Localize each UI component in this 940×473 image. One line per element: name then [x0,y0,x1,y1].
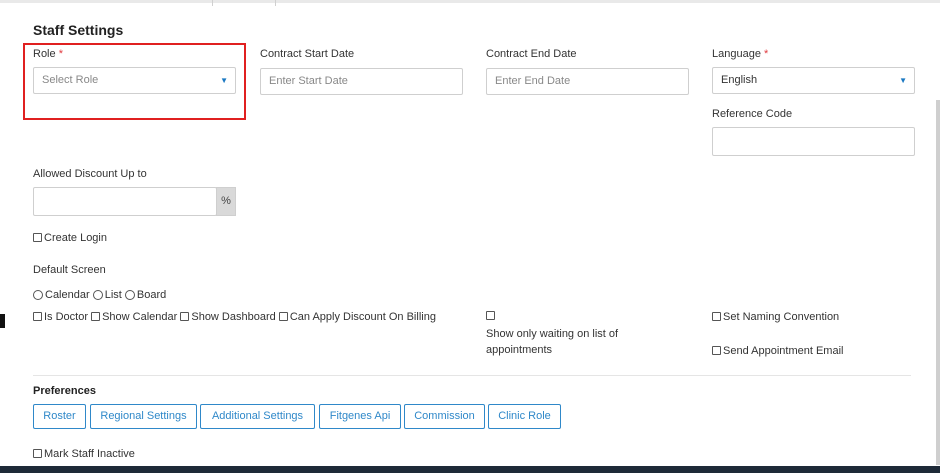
list-radio-label: List [104,289,122,301]
board-radio-label: Board [136,289,167,301]
left-edge-marker [0,314,5,328]
calendar-radio-label: Calendar [45,289,90,301]
send-appointment-email-label: Send Appointment Email [723,345,844,357]
send-appointment-email-option[interactable]: Send Appointment Email [712,345,843,357]
os-taskbar [0,466,940,473]
language-label-text: Language [712,48,761,60]
default-screen-options: Calendar List Board [33,289,166,301]
language-label: Language * [712,48,768,60]
scrollbar[interactable] [936,100,940,465]
role-select-placeholder: Select Role [42,74,99,86]
reference-code-input[interactable] [712,127,915,156]
can-apply-discount-label: Can Apply Discount On Billing [289,311,436,323]
mark-inactive-label: Mark Staff Inactive [44,448,135,460]
contract-start-placeholder: Enter Start Date [269,75,348,87]
section-divider [33,375,911,376]
page-title: Staff Settings [33,22,124,38]
calendar-radio[interactable] [33,290,43,300]
set-naming-convention-label: Set Naming Convention [723,311,840,323]
contract-start-label: Contract Start Date [260,48,355,60]
top-edge-separator [212,0,213,6]
show-only-waiting-label-line2: appointments [486,344,553,356]
create-login-checkbox[interactable] [33,233,42,242]
commission-button[interactable]: Commission [404,404,485,429]
top-edge [0,0,940,6]
top-edge-separator [275,0,276,6]
role-label-text: Role [33,48,56,60]
show-only-waiting-option [486,310,497,322]
create-login-option[interactable]: Create Login [33,232,107,244]
required-mark: * [764,48,769,60]
send-appointment-email-checkbox[interactable] [712,346,721,355]
role-flags-row: Is Doctor Show Calendar Show Dashboard C… [33,311,436,323]
show-only-waiting-label: Show only waiting on list of appointment… [486,326,618,358]
percent-addon: % [216,187,236,216]
list-radio[interactable] [92,290,103,300]
discount-label: Allowed Discount Up to [33,168,147,180]
contract-start-input[interactable]: Enter Start Date [260,68,463,95]
role-label: Role * [33,48,63,60]
show-only-waiting-label-line1: Show only waiting on list of [486,328,619,340]
additional-settings-button[interactable]: Additional Settings [200,404,315,429]
preferences-heading: Preferences [33,385,96,397]
show-calendar-label: Show Calendar [102,311,178,323]
can-apply-discount-checkbox[interactable] [278,312,288,321]
role-select[interactable]: Select Role ▼ [33,67,236,94]
roster-button[interactable]: Roster [33,404,86,429]
show-dashboard-label: Show Dashboard [191,311,276,323]
is-doctor-label: Is Doctor [44,311,89,323]
show-calendar-checkbox[interactable] [91,312,101,321]
chevron-down-icon: ▼ [899,76,907,85]
contract-end-placeholder: Enter End Date [495,75,571,87]
chevron-down-icon: ▼ [220,76,228,85]
mark-inactive-checkbox[interactable] [33,449,42,458]
default-screen-label: Default Screen [33,264,106,276]
language-select[interactable]: English ▼ [712,67,915,94]
fitgenes-api-button[interactable]: Fitgenes Api [319,404,401,429]
discount-input[interactable] [33,187,217,216]
contract-end-input[interactable]: Enter End Date [486,68,689,95]
set-naming-convention-checkbox[interactable] [712,312,721,321]
is-doctor-checkbox[interactable] [33,312,42,321]
language-select-value: English [721,74,758,86]
show-only-waiting-checkbox[interactable] [486,311,495,320]
clinic-role-button[interactable]: Clinic Role [488,404,561,429]
contract-end-label: Contract End Date [486,48,577,60]
reference-code-label: Reference Code [712,108,793,120]
required-mark: * [58,48,63,60]
create-login-label: Create Login [44,232,107,244]
board-radio[interactable] [124,290,135,300]
show-dashboard-checkbox[interactable] [180,312,190,321]
regional-settings-button[interactable]: Regional Settings [90,404,197,429]
set-naming-convention-option[interactable]: Set Naming Convention [712,311,839,323]
mark-inactive-option[interactable]: Mark Staff Inactive [33,448,135,460]
